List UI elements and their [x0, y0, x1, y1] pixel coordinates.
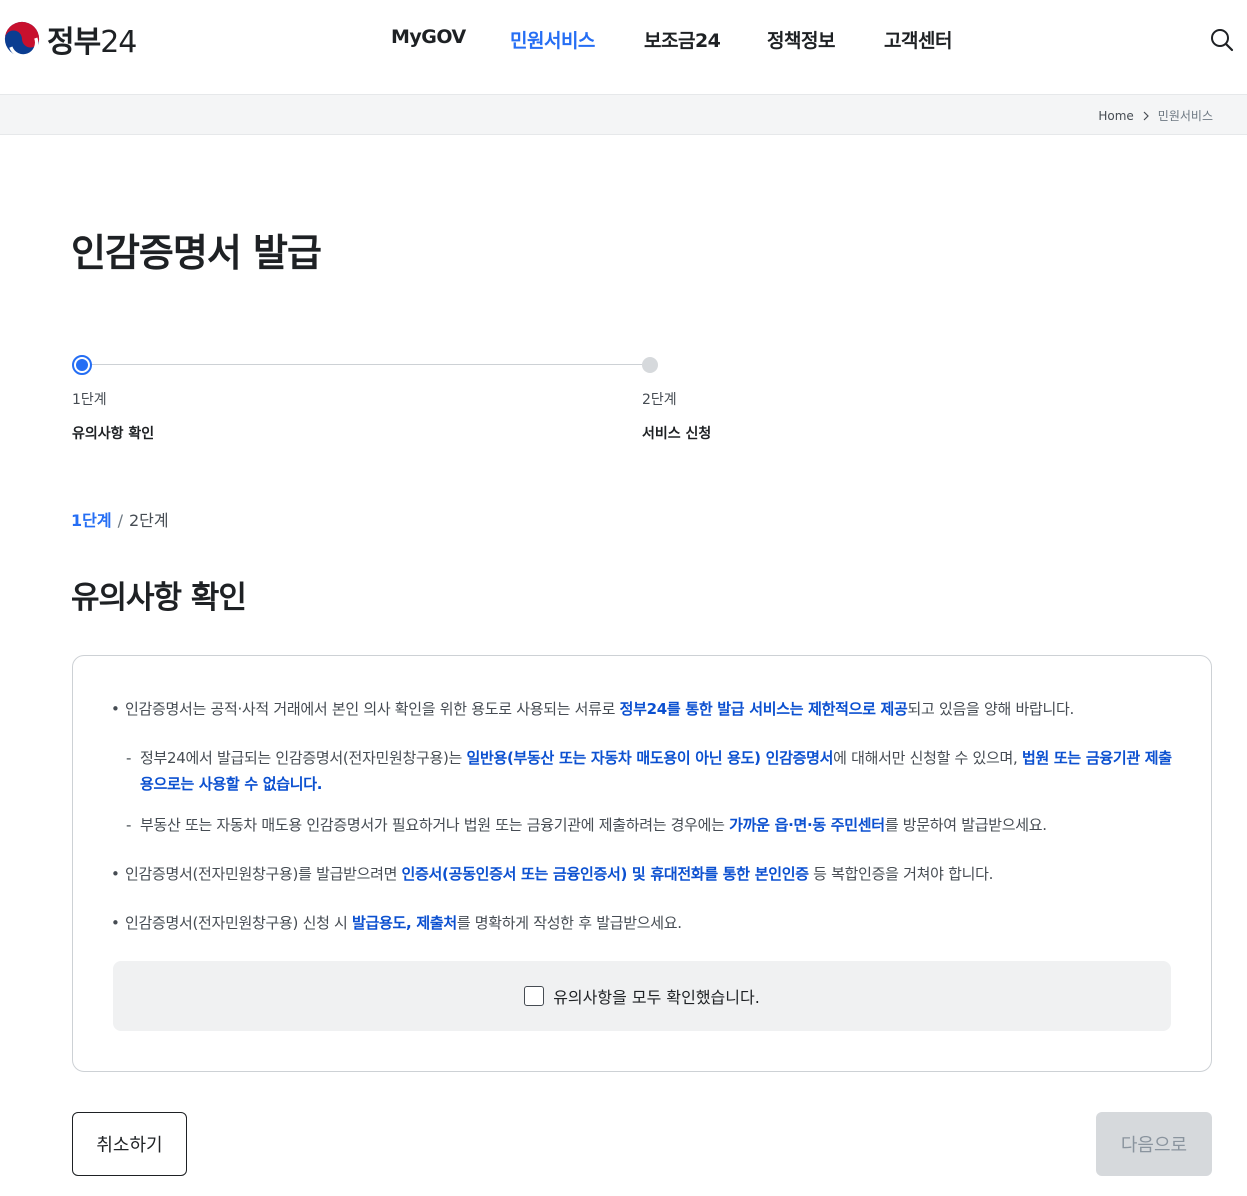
main-navigation: MyGOV 민원서비스 보조금24 정책정보 고객센터	[0, 26, 1247, 54]
confirm-all-checkbox-area[interactable]: 유의사항을 모두 확인했습니다.	[113, 961, 1171, 1031]
notice-item-3: 인감증명서(전자민원창구용) 신청 시 발급용도, 제출처를 명확하게 작성한 …	[111, 910, 1173, 936]
breadcrumb: Home 민원서비스	[1098, 107, 1213, 124]
confirm-checkbox[interactable]	[524, 986, 545, 1006]
nav-item-policy-info[interactable]: 정책정보	[767, 26, 835, 53]
progress-stepper: 1단계 2단계 유의사항 확인 서비스 신청	[72, 355, 711, 455]
nav-item-customer-center[interactable]: 고객센터	[884, 26, 952, 53]
nav-item-subsidy24[interactable]: 보조금24	[644, 26, 721, 53]
confirm-label[interactable]: 유의사항을 모두 확인했습니다.	[553, 984, 760, 1008]
notice-item-2: 인감증명서(전자민원창구용)를 발급받으려면 인증서(공동인증서 또는 금융인증…	[111, 861, 1173, 887]
step-1-indicator	[72, 355, 92, 375]
notice-subitem-1: 정부24에서 발급되는 인감증명서(전자민원창구용)는 일반용(부동산 또는 자…	[111, 745, 1173, 797]
step-indicator-next: 2단계	[128, 511, 169, 530]
site-header: 정부24 MyGOV 민원서비스 보조금24 정책정보 고객센터	[0, 0, 1247, 94]
breadcrumb-home[interactable]: Home	[1098, 109, 1133, 123]
step-2-indicator	[642, 357, 658, 373]
step-2-number: 2단계	[642, 392, 677, 408]
section-title: 유의사항 확인	[71, 580, 247, 616]
step-indicator-current: 1단계	[71, 511, 112, 530]
breadcrumb-current[interactable]: 민원서비스	[1158, 107, 1213, 124]
cancel-button[interactable]: 취소하기	[72, 1112, 187, 1176]
notice-item-1: 인감증명서는 공적·사적 거래에서 본인 의사 확인을 위한 용도로 사용되는 …	[111, 696, 1173, 722]
page-title: 인감증명서 발급	[71, 231, 322, 275]
notice-box: 인감증명서는 공적·사적 거래에서 본인 의사 확인을 위한 용도로 사용되는 …	[72, 655, 1212, 1072]
notice-list: 인감증명서는 공적·사적 거래에서 본인 의사 확인을 위한 용도로 사용되는 …	[111, 696, 1173, 936]
notice-subitem-2: 부동산 또는 자동차 매도용 인감증명서가 필요하거나 법원 또는 금융기관에 …	[111, 812, 1173, 838]
step-1-label: 유의사항 확인	[72, 426, 155, 442]
stepper-line	[82, 364, 650, 365]
breadcrumb-bar: Home 민원서비스	[0, 94, 1247, 135]
step-indicator: 1단계 / 2단계	[71, 507, 169, 531]
step-indicator-separator: /	[117, 511, 123, 530]
nav-item-mygov[interactable]: MyGOV	[391, 26, 466, 48]
step-2-label: 서비스 신청	[642, 426, 712, 442]
chevron-right-icon	[1143, 111, 1149, 120]
search-button[interactable]	[1208, 26, 1236, 54]
step-1-number: 1단계	[72, 392, 107, 408]
search-icon	[1211, 29, 1234, 52]
nav-item-civil-service[interactable]: 민원서비스	[510, 26, 595, 53]
next-button[interactable]: 다음으로	[1096, 1112, 1212, 1176]
